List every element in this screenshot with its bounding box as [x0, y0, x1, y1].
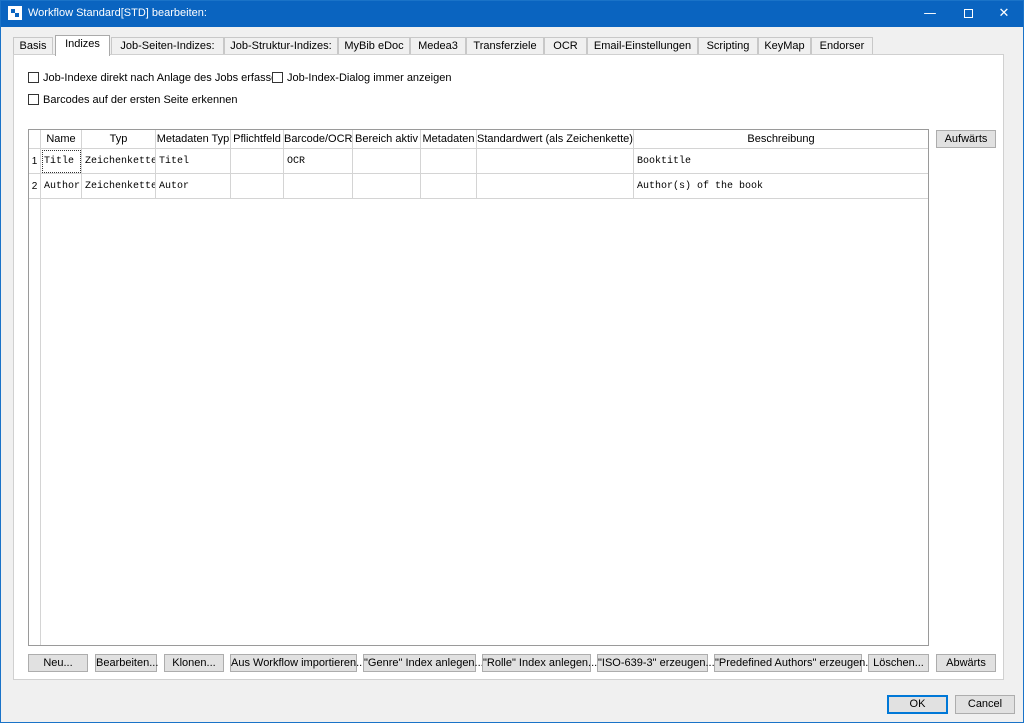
table-cell-metadaten-typ[interactable]: Titel	[156, 149, 231, 174]
table-cell-metadaten[interactable]	[421, 174, 477, 199]
table-cell-typ[interactable]: Zeichenkette	[82, 174, 156, 199]
move-up-button[interactable]: Aufwärts	[936, 130, 996, 148]
tab-basis[interactable]: Basis	[13, 37, 53, 55]
row-header-gutter	[29, 198, 41, 645]
table-cell-standardwert[interactable]	[477, 149, 634, 174]
table-cell-pflichtfeld[interactable]	[231, 174, 284, 199]
index-table[interactable]: Name Typ Metadaten Typ Pflichtfeld Barco…	[28, 129, 929, 646]
tab-scripting[interactable]: Scripting	[698, 37, 758, 55]
column-header-bereich-aktiv[interactable]: Bereich aktiv	[353, 130, 421, 149]
tab-ocr[interactable]: OCR	[544, 37, 587, 55]
create-rolle-index-button[interactable]: "Rolle" Index anlegen...	[482, 654, 597, 672]
barcodes-first-page-checkbox[interactable]: Barcodes auf der ersten Seite erkennen	[28, 93, 237, 107]
table-cell-beschreibung[interactable]: Author(s) of the book	[634, 174, 928, 199]
checkbox-box[interactable]	[28, 72, 39, 83]
tab-job-struktur-indizes[interactable]: Job-Struktur-Indizes:	[224, 37, 338, 55]
delete-button[interactable]: Löschen...	[868, 654, 929, 672]
checkbox-label: Barcodes auf der ersten Seite erkennen	[43, 94, 238, 106]
edit-button[interactable]: Bearbeiten...	[95, 654, 158, 672]
tab-email-einstellungen[interactable]: Email-Einstellungen	[587, 37, 698, 55]
always-show-dialog-checkbox[interactable]: Job-Index-Dialog immer anzeigen	[272, 71, 451, 85]
window-title: Workflow Standard[STD] bearbeiten:	[28, 7, 207, 19]
tab-indizes[interactable]: Indizes	[55, 35, 110, 56]
tab-keymap[interactable]: KeyMap	[758, 37, 811, 55]
column-header-barcode-ocr[interactable]: Barcode/OCR	[284, 130, 353, 149]
table-cell-bereich-aktiv[interactable]	[353, 149, 421, 174]
column-header-pflichtfeld[interactable]: Pflichtfeld	[231, 130, 284, 149]
row-number[interactable]: 2	[29, 174, 41, 199]
app-icon	[8, 6, 22, 20]
close-button[interactable]: ✕	[985, 1, 1023, 27]
title-bar[interactable]: Workflow Standard[STD] bearbeiten: — ✕	[1, 1, 1023, 27]
create-genre-index-button[interactable]: "Genre" Index anlegen...	[363, 654, 484, 672]
column-header-standardwert[interactable]: Standardwert (als Zeichenkette)	[477, 130, 634, 149]
table-cell-name[interactable]: Title	[41, 149, 82, 174]
cancel-button[interactable]: Cancel	[955, 695, 1015, 714]
checkbox-box[interactable]	[28, 94, 39, 105]
row-number[interactable]: 1	[29, 149, 41, 174]
checkbox-box[interactable]	[272, 72, 283, 83]
import-from-workflow-button[interactable]: Aus Workflow importieren...	[230, 654, 365, 672]
table-cell-beschreibung[interactable]: Booktitle	[634, 149, 928, 174]
job-index-on-create-checkbox[interactable]: Job-Indexe direkt nach Anlage des Jobs e…	[28, 71, 283, 85]
tab-endorser[interactable]: Endorser	[811, 37, 873, 55]
table-cell-metadaten-typ[interactable]: Autor	[156, 174, 231, 199]
column-header-beschreibung[interactable]: Beschreibung	[634, 130, 928, 149]
table-cell-barcode-ocr[interactable]	[284, 174, 353, 199]
table-corner	[29, 130, 41, 149]
ok-button[interactable]: OK	[887, 695, 948, 714]
move-down-button[interactable]: Abwärts	[936, 654, 996, 672]
table-cell-pflichtfeld[interactable]	[231, 149, 284, 174]
tab-transferziele[interactable]: Transferziele	[466, 37, 544, 55]
tab-job-seiten-indizes[interactable]: Job-Seiten-Indizes:	[111, 37, 224, 55]
clone-button[interactable]: Klonen...	[164, 654, 224, 672]
table-cell-typ[interactable]: Zeichenkette	[82, 149, 156, 174]
table-cell-metadaten[interactable]	[421, 149, 477, 174]
table-cell-standardwert[interactable]	[477, 174, 634, 199]
tab-medea3[interactable]: Medea3	[410, 37, 466, 55]
column-header-name[interactable]: Name	[41, 130, 82, 149]
maximize-button[interactable]	[949, 1, 987, 27]
create-predefined-authors-button[interactable]: "Predefined Authors" erzeugen...	[714, 654, 874, 672]
table-cell-bereich-aktiv[interactable]	[353, 174, 421, 199]
table-cell-barcode-ocr[interactable]: OCR	[284, 149, 353, 174]
column-header-metadaten-typ[interactable]: Metadaten Typ	[156, 130, 231, 149]
new-button[interactable]: Neu...	[28, 654, 88, 672]
create-iso-639-3-button[interactable]: "ISO-639-3" erzeugen...	[597, 654, 715, 672]
maximize-icon	[963, 9, 973, 18]
checkbox-label: Job-Index-Dialog immer anzeigen	[287, 72, 452, 84]
column-header-metadaten[interactable]: Metadaten	[421, 130, 477, 149]
table-cell-name[interactable]: Author	[41, 174, 82, 199]
checkbox-label: Job-Indexe direkt nach Anlage des Jobs e…	[43, 72, 284, 84]
workflow-dialog: Workflow Standard[STD] bearbeiten: — ✕ B…	[0, 0, 1024, 723]
minimize-button[interactable]: —	[911, 1, 949, 27]
tab-mybib-edoc[interactable]: MyBib eDoc	[338, 37, 410, 55]
column-header-typ[interactable]: Typ	[82, 130, 156, 149]
